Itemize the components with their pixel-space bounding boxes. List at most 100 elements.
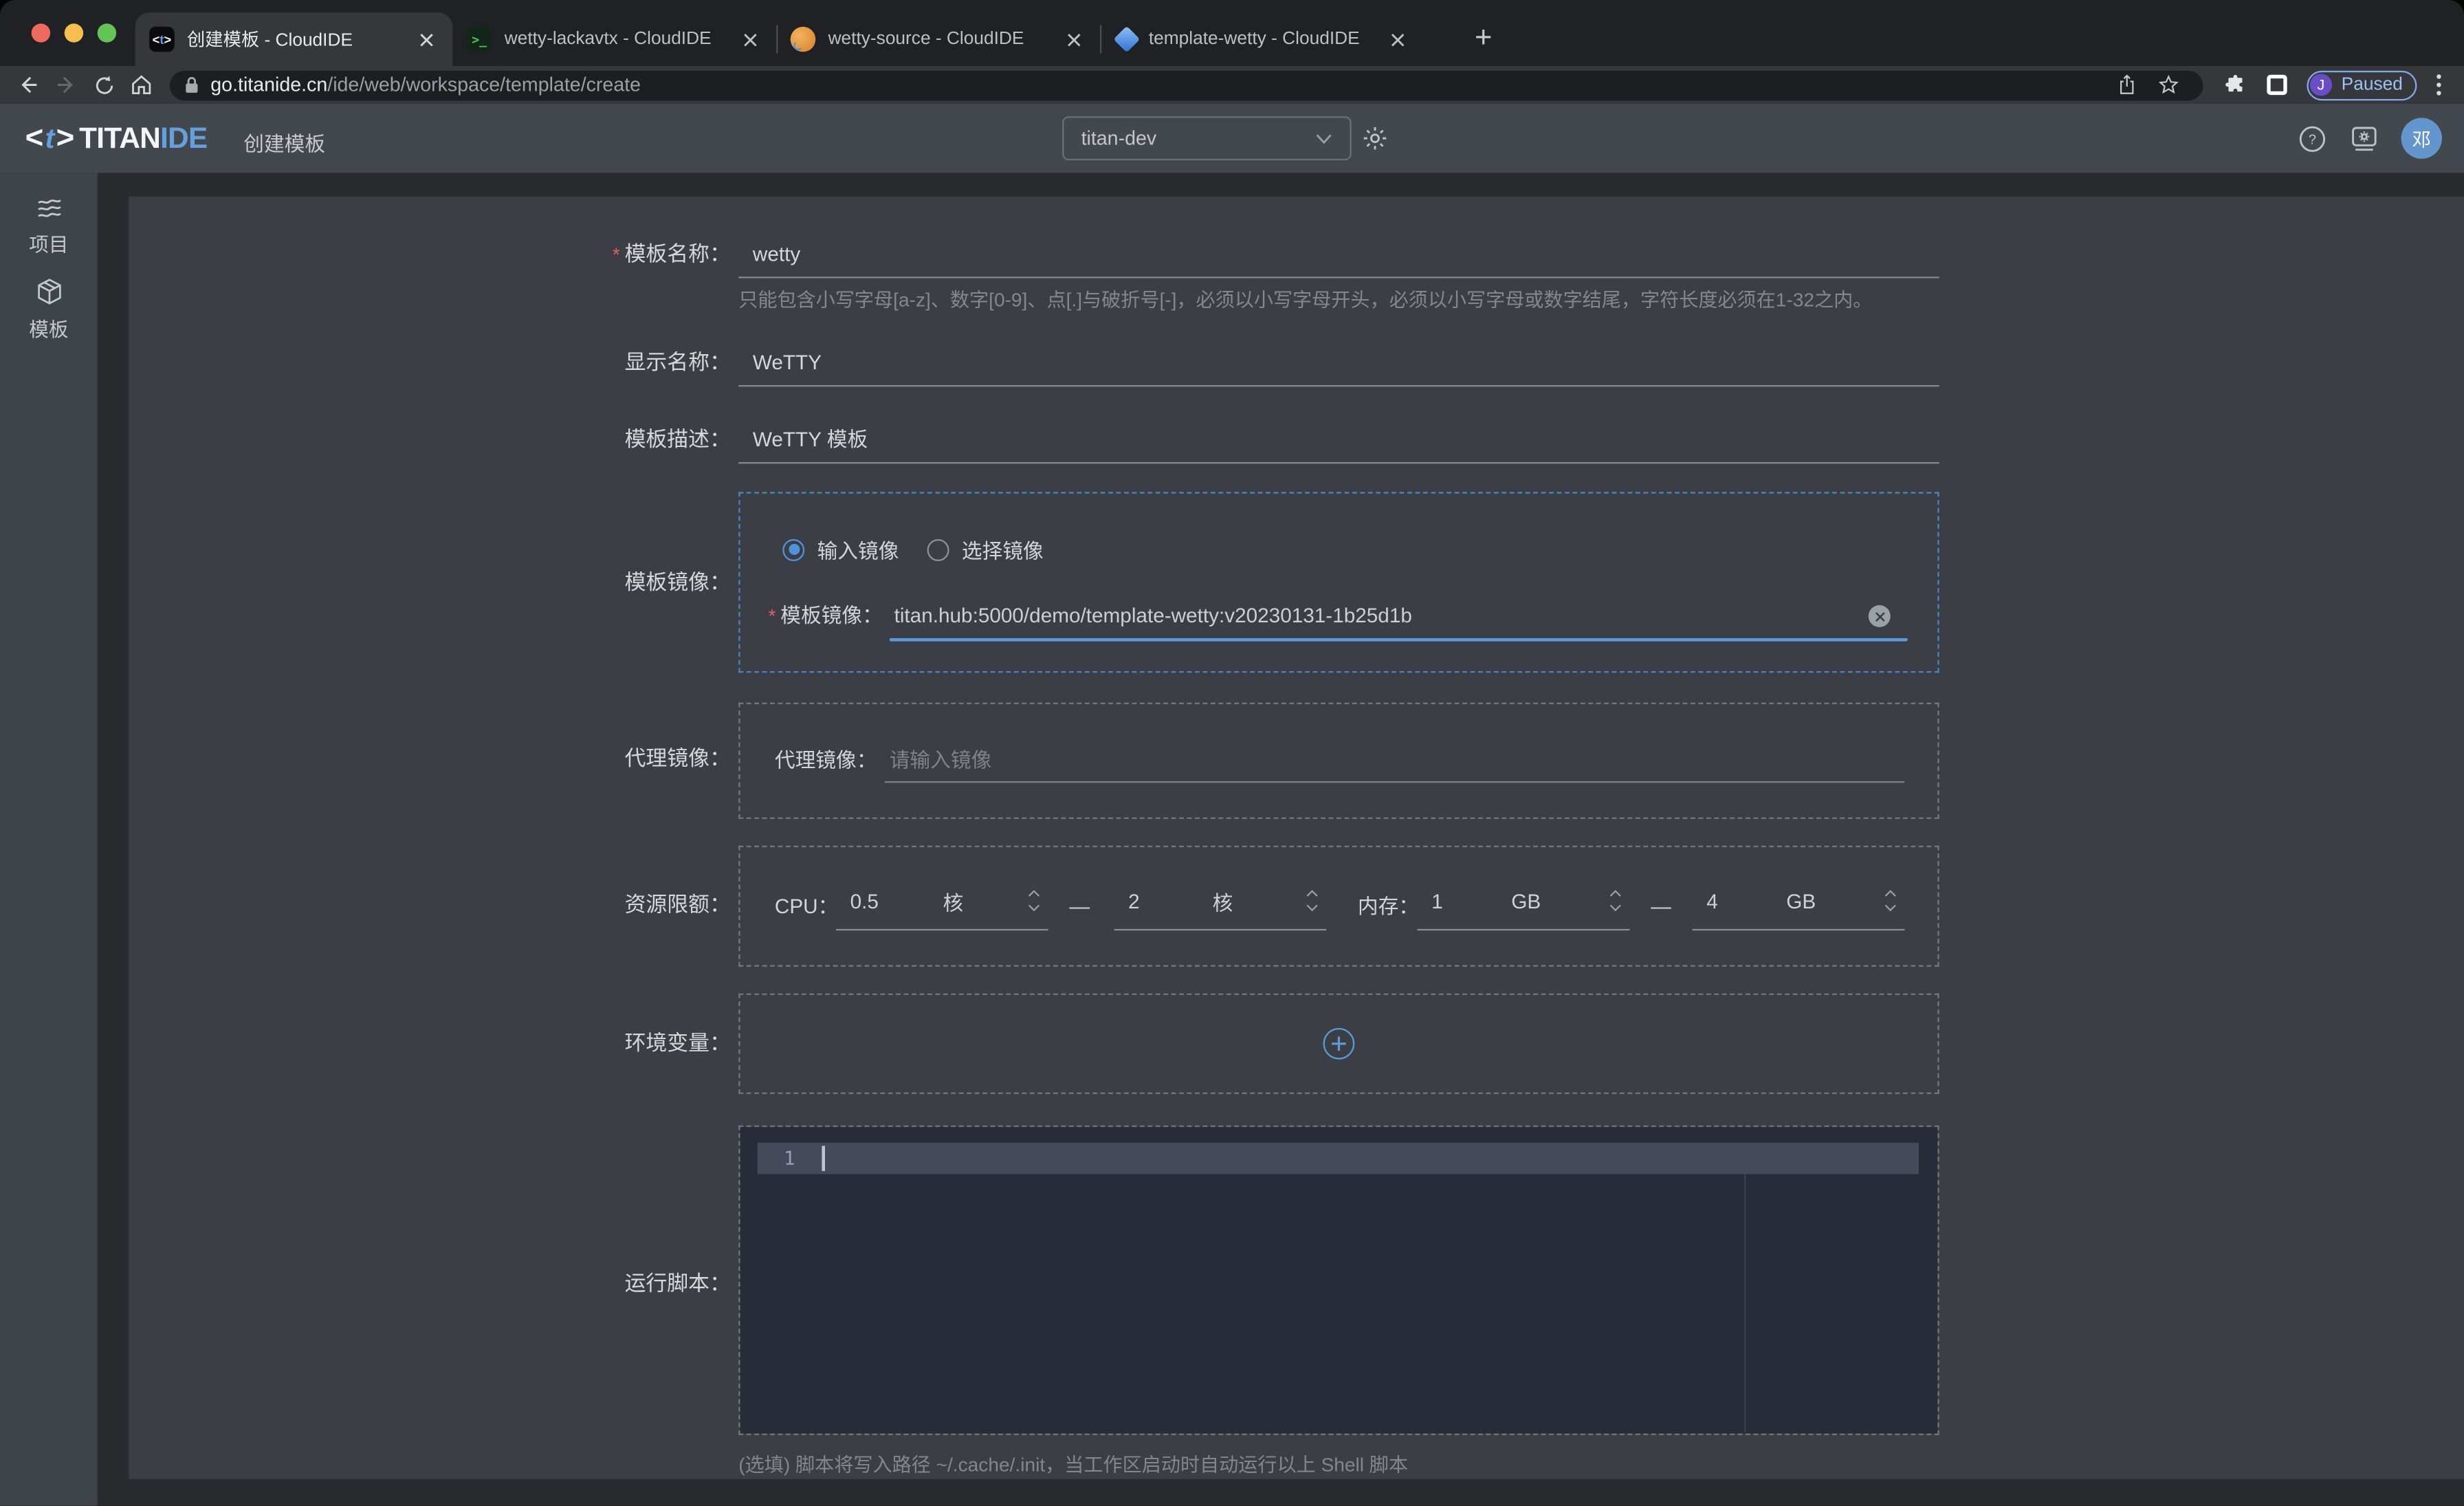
run-script-hint: (选填) 脚本将写入路径 ~/.cache/.init，当工作区启动时自动运行以… [738, 1449, 1408, 1477]
inner-label-template-image: *模板镜像： [769, 600, 883, 632]
range-separator: — [1642, 891, 1680, 923]
share-icon[interactable] [2107, 70, 2148, 100]
tab-title: 创建模板 - CloudIDE [187, 27, 413, 52]
window-controls [32, 23, 116, 42]
display-name-value: WeTTY [753, 347, 822, 379]
stepper-arrows-icon[interactable] [1609, 890, 1622, 911]
stepper-arrows-icon[interactable] [1306, 890, 1318, 911]
screen: <t> 创建模板 - CloudIDE >_ wetty-lackavtx - … [0, 0, 2464, 1506]
template-favicon [1113, 26, 1140, 53]
profile-chip[interactable]: J Paused [2307, 70, 2417, 100]
line-number: 1 [767, 1146, 795, 1171]
console-monitor-icon[interactable] [2348, 123, 2381, 153]
description-value: WeTTY 模板 [753, 424, 868, 456]
cpu-min-stepper[interactable]: 0.5 核 [836, 873, 1048, 931]
resources-group: CPU： 0.5 核 — 2 核 [738, 846, 1939, 967]
browser-window: <t> 创建模板 - CloudIDE >_ wetty-lackavtx - … [0, 0, 2464, 1506]
template-name-input[interactable]: wetty [738, 231, 1939, 279]
tab-template-wetty[interactable]: template-wetty - CloudIDE [1100, 12, 1424, 66]
template-image-underline [890, 638, 1908, 642]
cpu-min-value: 0.5 [850, 889, 879, 913]
close-tab-icon[interactable] [1385, 27, 1410, 52]
display-name-input[interactable]: WeTTY [738, 340, 1939, 387]
forward-button[interactable] [47, 69, 85, 101]
extensions-puzzle-icon[interactable] [2216, 69, 2256, 101]
cpu-unit: 核 [943, 886, 963, 915]
chevron-down-icon [1315, 133, 1332, 144]
page-body: 项目 模板 *模板名称： wetty 只能包含小写字母[a-z]、数字[0-9]… [0, 173, 2464, 1505]
side-panel-icon[interactable] [2256, 69, 2297, 101]
tab-wetty-source[interactable]: wetty-source - CloudIDE [776, 12, 1100, 66]
help-icon[interactable]: ? [2298, 123, 2327, 153]
close-tab-icon[interactable] [737, 27, 762, 52]
sidebar-item-label: 项目 [29, 228, 68, 257]
tab-title: wetty-lackavtx - CloudIDE [505, 30, 737, 48]
tab-create-template[interactable]: <t> 创建模板 - CloudIDE [135, 12, 453, 66]
script-code-editor[interactable]: 1 [740, 1127, 1938, 1434]
proxy-image-input[interactable]: 请输入镜像 [890, 745, 992, 776]
proxy-image-underline [885, 781, 1904, 783]
browser-menu-icon[interactable] [2423, 69, 2455, 101]
memory-max-stepper[interactable]: 4 GB [1693, 873, 1905, 931]
profile-status: Paused [2332, 76, 2414, 94]
sidebar-item-templates[interactable]: 模板 [0, 276, 98, 342]
back-button[interactable] [10, 69, 47, 101]
field-label-template-image: 模板镜像： [129, 567, 730, 599]
home-button[interactable] [122, 69, 160, 101]
run-script-group: 1 [738, 1126, 1939, 1435]
stepper-arrows-icon[interactable] [1884, 890, 1897, 911]
stepper-arrows-icon[interactable] [1028, 890, 1040, 911]
memory-min-stepper[interactable]: 1 GB [1418, 873, 1630, 931]
user-avatar[interactable]: 邓 [2401, 118, 2442, 158]
cpu-max-stepper[interactable]: 2 核 [1114, 873, 1327, 931]
required-mark: * [613, 243, 620, 265]
cpu-label: CPU： [775, 891, 838, 923]
template-name-value: wetty [753, 239, 800, 270]
cube-icon [34, 276, 63, 306]
workspace-select[interactable]: titan-dev [1062, 116, 1352, 160]
editor-cursor [822, 1146, 824, 1171]
radio-select-image[interactable]: 选择镜像 [927, 534, 1044, 564]
address-bar[interactable]: go.titanide.cn/ide/web/workspace/templat… [170, 70, 2203, 100]
bookmark-star-icon[interactable] [2148, 70, 2189, 100]
new-tab-button[interactable]: + [1462, 17, 1506, 61]
titanide-favicon: <t> [149, 27, 175, 52]
radio-selected-icon [782, 538, 804, 560]
description-input[interactable]: WeTTY 模板 [738, 417, 1939, 464]
tab-strip: <t> 创建模板 - CloudIDE >_ wetty-lackavtx - … [0, 0, 2464, 66]
terminal-favicon: >_ [467, 27, 492, 52]
tab-wetty-lackavtx[interactable]: >_ wetty-lackavtx - CloudIDE [452, 12, 776, 66]
close-tab-icon[interactable] [1061, 27, 1086, 52]
profile-avatar: J [2310, 74, 2332, 96]
field-label-template-name: *模板名称： [129, 239, 730, 270]
template-name-hint: 只能包含小写字母[a-z]、数字[0-9]、点[.]与破折号[-]，必须以小写字… [738, 285, 1872, 313]
template-form-card: *模板名称： wetty 只能包含小写字母[a-z]、数字[0-9]、点[.]与… [129, 197, 2464, 1479]
zoom-window-button[interactable] [98, 23, 116, 42]
inner-label-proxy-image: 代理镜像： [775, 745, 877, 776]
browser-toolbar: go.titanide.cn/ide/web/workspace/templat… [0, 66, 2464, 104]
url-host: go.titanide.cn [210, 74, 327, 96]
layers-icon [34, 195, 63, 221]
lock-icon [184, 76, 199, 94]
svg-text:?: ? [2309, 131, 2316, 146]
cpu-unit: 核 [1213, 886, 1233, 915]
reload-button[interactable] [85, 69, 122, 101]
memory-unit: GB [1511, 889, 1541, 913]
close-tab-icon[interactable] [413, 27, 439, 52]
close-window-button[interactable] [32, 23, 50, 42]
env-vars-group [738, 994, 1939, 1094]
minimize-window-button[interactable] [65, 23, 83, 42]
titanide-logo: <t>TITANIDE [25, 121, 208, 157]
add-env-var-button[interactable] [1323, 1028, 1355, 1060]
field-label-display-name: 显示名称： [129, 347, 730, 379]
editor-active-line: 1 [758, 1143, 1919, 1175]
page-title: 创建模板 [243, 127, 325, 157]
memory-max-value: 4 [1706, 889, 1718, 913]
template-image-input[interactable]: titan.hub:5000/demo/template-wetty:v2023… [894, 600, 1412, 632]
radio-unselected-icon [927, 538, 949, 560]
clear-input-icon[interactable] [1869, 605, 1891, 627]
app-sidebar: 项目 模板 [0, 173, 98, 1505]
radio-input-image[interactable]: 输入镜像 [782, 534, 899, 564]
sidebar-item-projects[interactable]: 项目 [0, 195, 98, 257]
settings-gear-icon[interactable] [1361, 124, 1389, 153]
